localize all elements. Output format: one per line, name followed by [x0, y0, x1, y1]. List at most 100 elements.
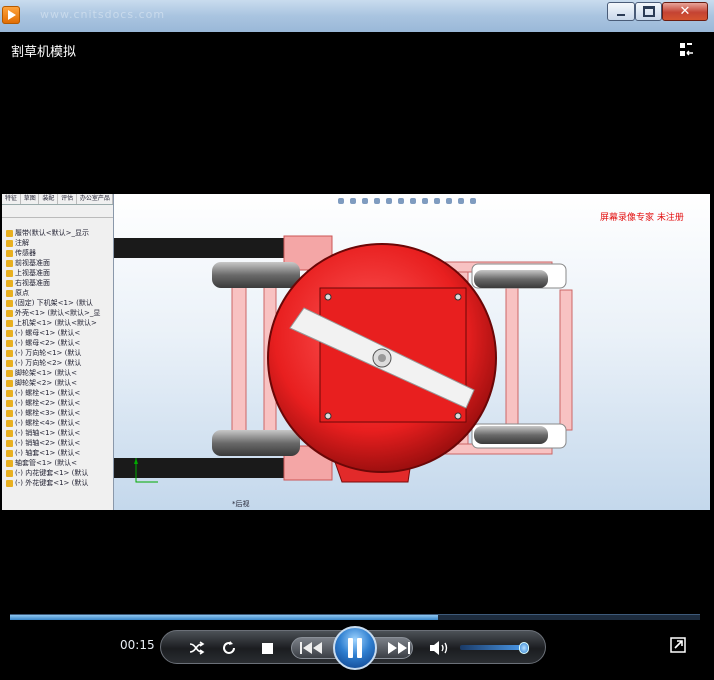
part-icon: [6, 409, 13, 417]
tree-item[interactable]: 轴套管<1> (默认<: [2, 458, 113, 468]
tree-item-label: (-) 轴套<1> (默认<: [15, 449, 81, 457]
tree-item-label: 脚轮架<1> (默认<: [15, 369, 78, 377]
tree-item[interactable]: 上机架<1> (默认<默认>: [2, 318, 113, 328]
tree-item-label: (-) 螺栓<1> (默认<: [15, 389, 81, 397]
part-icon: [6, 339, 13, 347]
tree-item[interactable]: 脚轮架<1> (默认<: [2, 368, 113, 378]
next-icon: [388, 642, 410, 654]
fullscreen-icon[interactable]: [670, 637, 686, 653]
tree-item[interactable]: 传感器: [2, 248, 113, 258]
tree-item-label: (固定) 下机架<1> (默认: [15, 299, 93, 307]
part-icon: [6, 239, 13, 247]
cad-tab[interactable]: 评估: [58, 194, 77, 204]
tree-item[interactable]: (-) 螺栓<3> (默认<: [2, 408, 113, 418]
part-icon: [6, 469, 13, 477]
tree-item[interactable]: (-) 螺栓<4> (默认<: [2, 418, 113, 428]
tree-item[interactable]: (-) 螺母<2> (默认<: [2, 338, 113, 348]
tree-item[interactable]: 外壳<1> (默认<默认>_显: [2, 308, 113, 318]
video-player: 割草机模拟 特征 草图 装配 评估 办公室产品 履带(默认<默认>_显示 注解 传感器前视基…: [2, 32, 710, 678]
part-icon: [6, 379, 13, 387]
tree-item-label: 履带(默认<默认>_显示: [15, 229, 89, 237]
cad-tabs: 特征 草图 装配 评估 办公室产品: [2, 194, 114, 205]
tree-item-label: (-) 万向轮<1> (默认: [15, 349, 82, 357]
elapsed-time: 00:15: [120, 638, 155, 652]
part-icon: [6, 349, 13, 357]
tree-item[interactable]: 前视基准面: [2, 258, 113, 268]
tree-item[interactable]: (-) 万向轮<1> (默认: [2, 348, 113, 358]
seek-bar-fill: [10, 615, 438, 620]
tree-item[interactable]: 原点: [2, 288, 113, 298]
tree-item[interactable]: 注解: [2, 238, 113, 248]
tree-item[interactable]: 右视基准面: [2, 278, 113, 288]
stop-button[interactable]: [259, 640, 275, 656]
part-icon: [6, 439, 13, 447]
cad-panel-toolbar: [2, 205, 113, 218]
minimize-icon: [608, 3, 634, 20]
view-orientation-label: *后视: [232, 500, 250, 508]
volume-slider[interactable]: [460, 642, 529, 654]
previous-icon: [300, 642, 322, 654]
tree-item[interactable]: (-) 螺栓<2> (默认<: [2, 398, 113, 408]
tree-item[interactable]: (-) 万向轮<2> (默认: [2, 358, 113, 368]
play-pause-button[interactable]: [333, 626, 377, 670]
minimize-button[interactable]: [607, 2, 635, 21]
mute-button[interactable]: [429, 639, 451, 657]
cad-tab[interactable]: 特征: [2, 194, 21, 204]
tree-item-label: 右视基准面: [15, 279, 50, 287]
cad-viewport: 屏幕录像专家 未注册 *后视: [114, 194, 710, 510]
part-icon: [6, 419, 13, 427]
tree-item-label: (-) 销轴<1> (默认<: [15, 429, 81, 437]
tree-item[interactable]: (-) 螺母<1> (默认<: [2, 328, 113, 338]
tree-item[interactable]: (-) 内花键套<1> (默认: [2, 468, 113, 478]
tree-item-label: 外壳<1> (默认<默认>_显: [15, 309, 101, 317]
tree-item[interactable]: 上视基准面: [2, 268, 113, 278]
tree-item-label: (-) 外花键套<1> (默认: [15, 479, 89, 487]
tree-item[interactable]: (-) 螺栓<1> (默认<: [2, 388, 113, 398]
part-icon: [6, 299, 13, 307]
cad-feature-tree-panel: 特征 草图 装配 评估 办公室产品 履带(默认<默认>_显示 注解 传感器前视基准面 上视基准…: [2, 194, 114, 510]
stop-icon: [261, 642, 273, 654]
mower-model: [114, 235, 573, 483]
cad-tab[interactable]: 办公室产品: [77, 194, 114, 204]
part-icon: [6, 389, 13, 397]
tree-item-label: 传感器: [15, 249, 36, 257]
tree-item[interactable]: (-) 销轴<2> (默认<: [2, 438, 113, 448]
tree-item-label: 脚轮架<2> (默认<: [15, 379, 78, 387]
tree-item-label: (-) 螺栓<4> (默认<: [15, 419, 81, 427]
tree-item[interactable]: (-) 轴套<1> (默认<: [2, 448, 113, 458]
part-icon: [6, 479, 13, 487]
part-icon: [6, 449, 13, 457]
repeat-button[interactable]: [219, 639, 239, 657]
tree-item[interactable]: 履带(默认<默认>_显示: [2, 228, 113, 238]
tree-item-label: 前视基准面: [15, 259, 50, 267]
tree-item[interactable]: (-) 外花键套<1> (默认: [2, 478, 113, 488]
layout-switch-icon[interactable]: [680, 43, 694, 57]
tree-item-label: 原点: [15, 289, 29, 297]
shuffle-button[interactable]: [187, 639, 207, 657]
volume-icon: [430, 641, 448, 655]
app-icon[interactable]: [2, 6, 20, 24]
tree-item[interactable]: (-) 销轴<1> (默认<: [2, 428, 113, 438]
seek-bar[interactable]: [10, 614, 700, 620]
volume-slider-thumb[interactable]: [518, 642, 529, 654]
tree-item[interactable]: 脚轮架<2> (默认<: [2, 378, 113, 388]
cad-tab[interactable]: 装配: [39, 194, 59, 204]
cad-feature-tree: 履带(默认<默认>_显示 注解 传感器前视基准面 上视基准面 右视基准面原点 (固定) 下…: [2, 228, 113, 488]
previous-button[interactable]: [297, 640, 327, 656]
watermark-text: www.cnitsdocs.com: [40, 8, 166, 21]
tree-item-label: (-) 内花键套<1> (默认: [15, 469, 89, 477]
tree-item-label: (-) 销轴<2> (默认<: [15, 439, 81, 447]
next-button[interactable]: [383, 640, 413, 656]
part-icon: [6, 259, 13, 267]
tree-item-label: 上机架<1> (默认<默认>: [15, 319, 97, 327]
tree-item-label: (-) 螺母<2> (默认<: [15, 339, 81, 347]
part-icon: [6, 309, 13, 317]
video-title: 割草机模拟: [11, 45, 77, 60]
cad-tab[interactable]: 草图: [21, 194, 40, 204]
close-button[interactable]: ✕: [662, 2, 708, 21]
close-icon: ✕: [679, 4, 691, 19]
tree-item[interactable]: (固定) 下机架<1> (默认: [2, 298, 113, 308]
maximize-button[interactable]: [635, 2, 662, 21]
video-frame[interactable]: 特征 草图 装配 评估 办公室产品 履带(默认<默认>_显示 注解 传感器前视基准面 上视基准…: [2, 194, 710, 510]
part-icon: [6, 459, 13, 467]
